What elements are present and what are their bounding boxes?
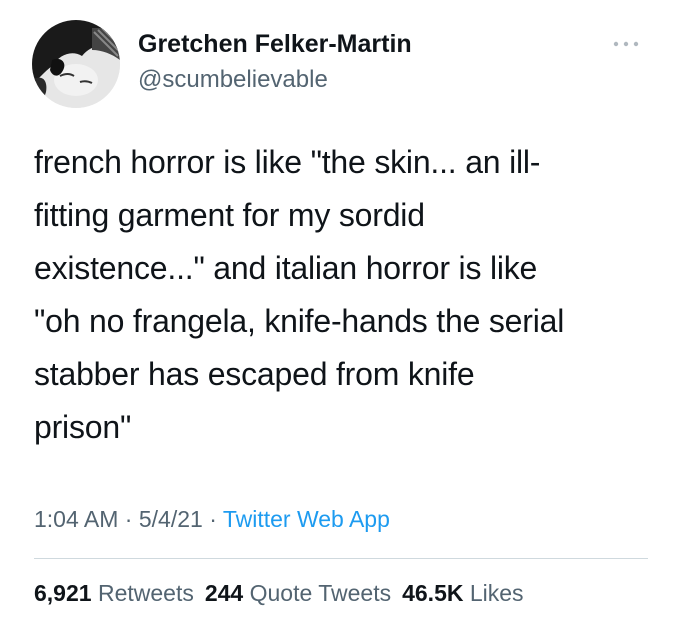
tweet-date[interactable]: 5/4/21 (139, 506, 203, 532)
author-handle[interactable]: @scumbelievable (138, 66, 328, 94)
quote-tweets-stat[interactable]: 244 Quote Tweets (205, 580, 391, 606)
meta-separator: · (209, 506, 217, 532)
tweet-source-link[interactable]: Twitter Web App (223, 506, 390, 532)
meta-separator: · (124, 506, 133, 532)
tweet-card: Gretchen Felker-Martin @scumbelievable f… (0, 0, 680, 630)
retweets-label: Retweets (97, 580, 194, 606)
avatar-image (32, 20, 120, 108)
tweet-stats: 6,921 Retweets 244 Quote Tweets 46.5K Like… (34, 580, 524, 607)
tweet-time[interactable]: 1:04 AM (34, 506, 118, 532)
retweets-count: 6,921 (34, 580, 92, 606)
tweet-meta: 1:04 AM · 5/4/21 · Twitter Web App (34, 506, 390, 533)
quotes-count: 244 (204, 580, 244, 606)
tweet-text: french horror is like "the skin... an il… (34, 144, 565, 445)
more-horizontal-icon[interactable] (610, 34, 642, 54)
likes-stat[interactable]: 46.5K Likes (402, 580, 523, 606)
quotes-label: Quote Tweets (249, 580, 392, 606)
avatar[interactable] (32, 20, 120, 108)
author-name[interactable]: Gretchen Felker-Martin (138, 30, 412, 59)
divider (34, 558, 648, 559)
likes-label: Likes (469, 580, 524, 606)
retweets-stat[interactable]: 6,921 Retweets (34, 580, 194, 606)
likes-count: 46.5K (402, 580, 464, 606)
